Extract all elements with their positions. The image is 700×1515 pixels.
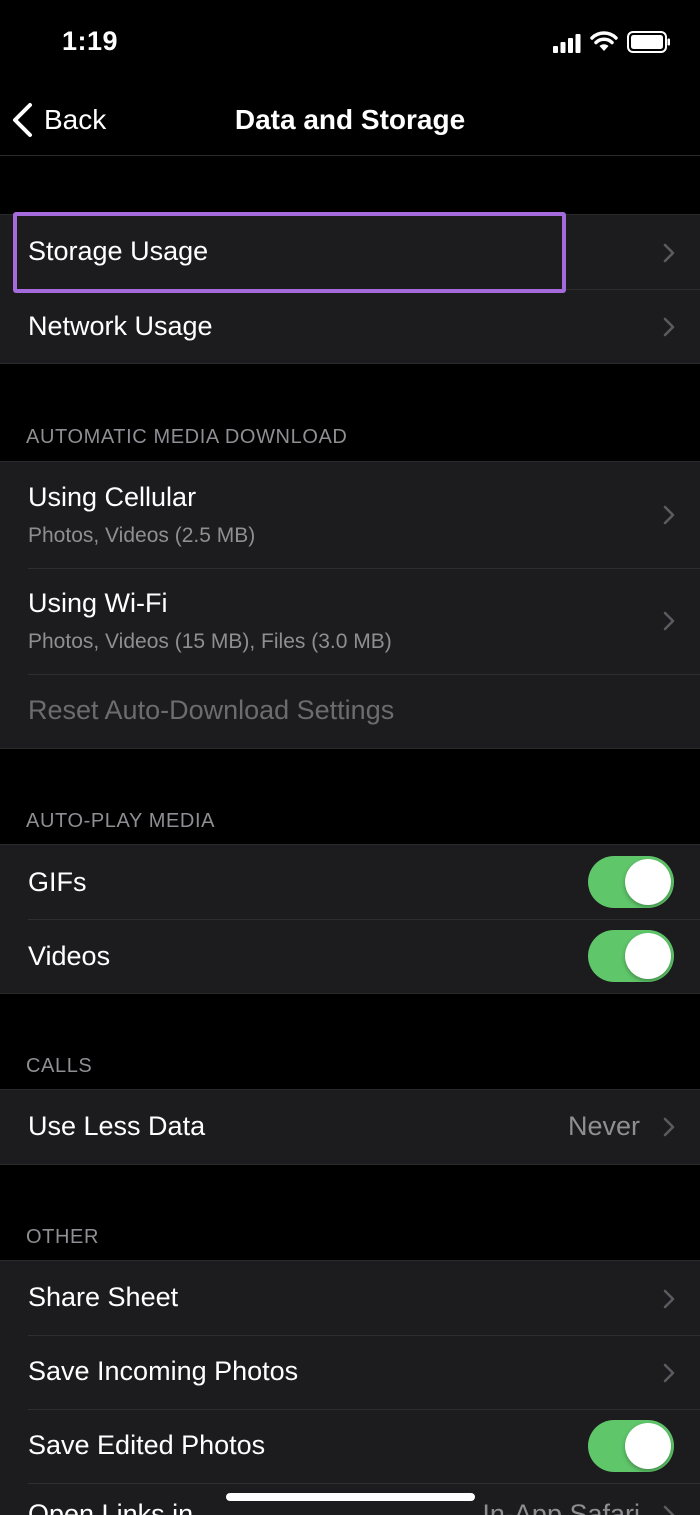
save-edited-photos-label: Save Edited Photos: [28, 1430, 266, 1460]
chevron-right-icon: [663, 1289, 675, 1309]
chevron-right-icon: [663, 611, 675, 631]
use-less-data-label: Use Less Data: [28, 1111, 206, 1141]
battery-icon: [627, 31, 670, 53]
chevron-right-icon: [663, 505, 675, 525]
share-sheet-row[interactable]: Share Sheet: [0, 1261, 700, 1335]
network-usage-label: Network Usage: [28, 311, 213, 341]
gifs-label: GIFs: [28, 867, 87, 897]
gifs-toggle[interactable]: [588, 856, 674, 908]
gifs-row: GIFs: [0, 845, 700, 919]
videos-row: Videos: [0, 919, 700, 993]
using-wifi-detail: Photos, Videos (15 MB), Files (3.0 MB): [28, 630, 392, 653]
using-cellular-row[interactable]: Using Cellular Photos, Videos (2.5 MB): [0, 462, 700, 568]
calls-group: Use Less Data Never: [0, 1089, 700, 1165]
page-title: Data and Storage: [234, 104, 466, 135]
section-header-other: OTHER: [26, 1226, 99, 1248]
storage-usage-row[interactable]: Storage Usage: [0, 215, 700, 289]
chevron-right-icon: [663, 317, 675, 337]
storage-usage-label: Storage Usage: [28, 236, 209, 266]
toggle-knob: [625, 859, 671, 905]
status-bar: 1:19: [0, 0, 700, 84]
chevron-right-icon: [663, 1117, 675, 1137]
using-wifi-row[interactable]: Using Wi-Fi Photos, Videos (15 MB), File…: [0, 568, 700, 674]
wifi-icon: [590, 31, 618, 51]
navigation-bar: Back Data and Storage: [0, 84, 700, 156]
cellular-signal-icon: [553, 34, 581, 53]
other-group: Share Sheet Save Incoming Photos Save Ed…: [0, 1260, 700, 1515]
chevron-right-icon: [663, 1363, 675, 1383]
using-wifi-label: Using Wi-Fi: [28, 588, 168, 618]
use-less-data-value: Never: [567, 1111, 640, 1141]
usage-group: Storage Usage Network Usage: [0, 214, 700, 364]
chevron-right-icon: [663, 243, 675, 263]
open-links-value: In-App Safari: [482, 1499, 640, 1515]
toggle-knob: [625, 1423, 671, 1469]
reset-auto-download-label: Reset Auto-Download Settings: [28, 695, 395, 725]
toggle-knob: [625, 933, 671, 979]
save-edited-photos-row: Save Edited Photos: [0, 1409, 700, 1483]
using-cellular-detail: Photos, Videos (2.5 MB): [28, 524, 256, 547]
save-edited-photos-toggle[interactable]: [588, 1420, 674, 1472]
chevron-right-icon: [663, 1505, 675, 1515]
use-less-data-row[interactable]: Use Less Data Never: [0, 1090, 700, 1164]
reset-auto-download-row[interactable]: Reset Auto-Download Settings: [0, 674, 700, 748]
videos-toggle[interactable]: [588, 930, 674, 982]
home-indicator: [226, 1493, 475, 1501]
status-time: 1:19: [62, 26, 119, 56]
network-usage-row[interactable]: Network Usage: [0, 289, 700, 363]
auto-download-group: Using Cellular Photos, Videos (2.5 MB) U…: [0, 461, 700, 749]
auto-play-group: GIFs Videos: [0, 844, 700, 994]
save-incoming-photos-row[interactable]: Save Incoming Photos: [0, 1335, 700, 1409]
section-header-auto-download: AUTOMATIC MEDIA DOWNLOAD: [26, 426, 348, 448]
videos-label: Videos: [28, 941, 111, 971]
save-incoming-photos-label: Save Incoming Photos: [28, 1356, 299, 1386]
section-header-calls: CALLS: [26, 1055, 93, 1077]
using-cellular-label: Using Cellular: [28, 482, 197, 512]
section-header-auto-play: AUTO-PLAY MEDIA: [26, 810, 216, 832]
share-sheet-label: Share Sheet: [28, 1282, 179, 1312]
open-links-label: Open Links in: [28, 1499, 194, 1515]
